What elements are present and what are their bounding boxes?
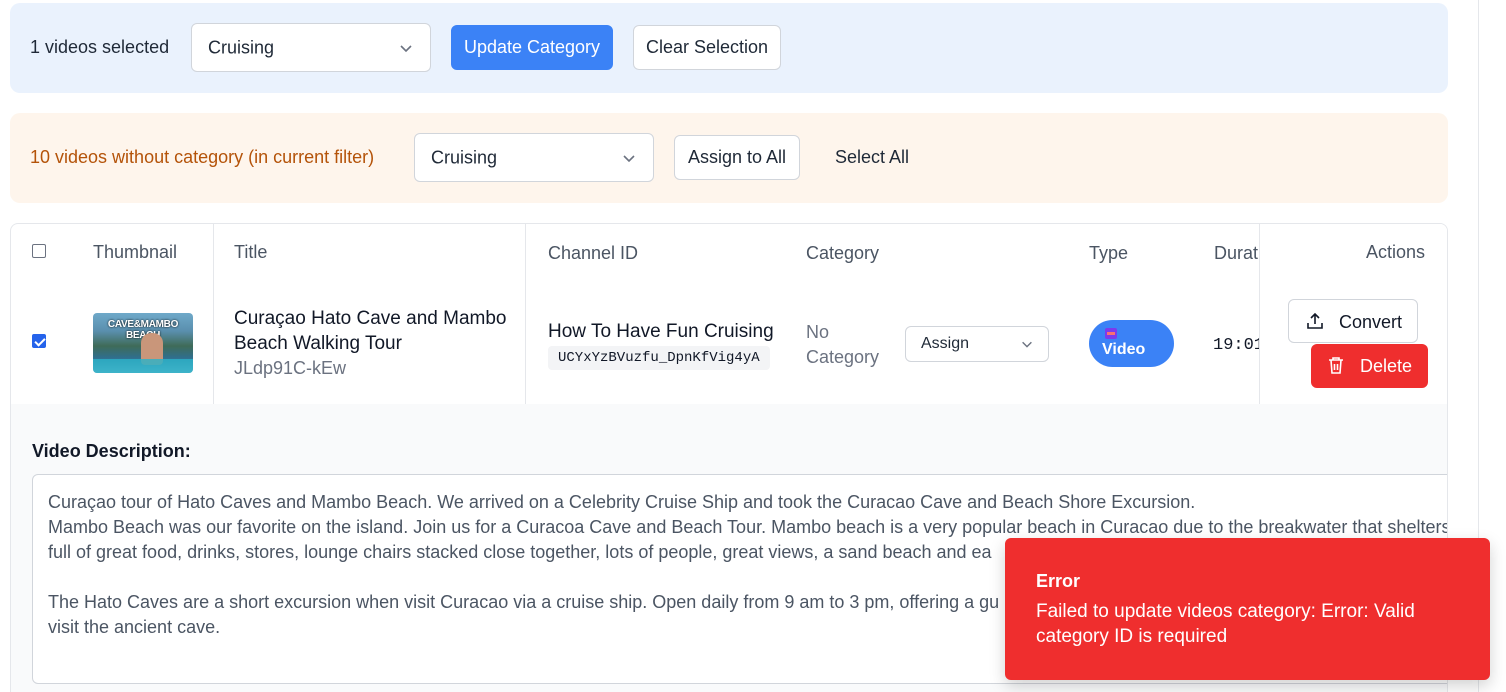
assign-all-category-select[interactable]: Cruising [414,133,654,182]
row-checkbox[interactable] [32,334,46,348]
convert-label: Convert [1339,312,1403,332]
select-all-checkbox[interactable] [32,244,46,258]
chevron-down-icon [1022,341,1032,348]
description-label: Video Description: [32,441,191,461]
select-all-link[interactable]: Select All [835,147,909,168]
type-label: Video [1102,341,1146,358]
header-thumbnail: Thumbnail [93,242,178,262]
assign-category-select[interactable]: Assign [905,326,1049,362]
assign-all-category-value: Cruising [431,147,498,167]
film-icon [1105,328,1117,339]
clear-selection-button[interactable]: Clear Selection [633,25,781,70]
chevron-down-icon [623,154,635,162]
header-title: Title [234,242,268,262]
video-duration: 19:01 [1213,336,1265,355]
delete-button[interactable]: Delete [1311,344,1428,388]
upload-icon [1307,312,1323,329]
bulk-selection-bar: 1 videos selected Cruising Update Catego… [10,3,1448,93]
description-line: Mambo Beach was our favorite on the isla… [48,517,1448,537]
bulk-category-value: Cruising [208,37,275,57]
selected-count: 1 videos selected [30,37,170,57]
uncategorized-bar: 10 videos without category (in current f… [10,113,1448,203]
thumbnail-water [93,359,193,373]
convert-button[interactable]: Convert [1288,299,1418,343]
assign-to-all-button[interactable]: Assign to All [674,135,800,180]
channel-name: How To Have Fun Cruising [548,321,774,342]
channel-id-badge: UCYxYzBVuzfu_DpnKfVig4yA [548,346,770,370]
trash-icon [1329,357,1343,374]
toast-title: Error [1036,571,1081,591]
video-id: JLdp91C-kEw [234,358,347,378]
description-line: Curaçao tour of Hato Caves and Mambo Bea… [48,492,1196,512]
header-duration: Durat [1214,243,1259,263]
header-type: Type [1089,243,1129,263]
header-actions: Actions [1366,242,1426,262]
chevron-down-icon [400,44,412,52]
header-category: Category [806,243,880,263]
video-title: Curaçao Hato Cave and Mambo Beach Walkin… [234,308,507,354]
video-thumbnail[interactable]: CAVE&MAMBO BEACH [93,313,193,373]
type-badge: Video [1089,320,1174,367]
uncategorized-count: 10 videos without category (in current f… [30,147,375,167]
bulk-category-select[interactable]: Cruising [191,23,431,72]
delete-label: Delete [1360,356,1413,376]
error-toast[interactable]: Error Failed to update videos category: … [1005,538,1490,680]
video-category: No Category [806,322,880,367]
header-channel-id: Channel ID [548,243,639,263]
column-divider [525,224,526,404]
assign-category-value: Assign [921,335,970,352]
column-divider [213,224,214,404]
update-category-button[interactable]: Update Category [451,25,613,70]
toast-message: Failed to update videos category: Error:… [1036,601,1415,647]
